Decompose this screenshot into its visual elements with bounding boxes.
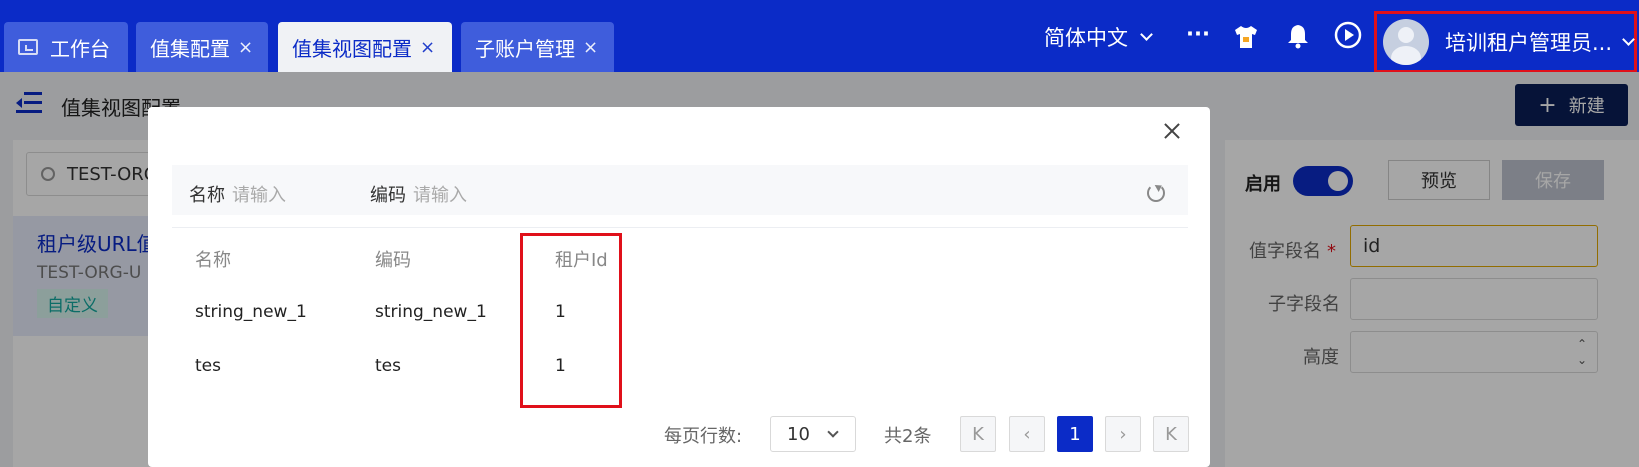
filter-name-label: 名称	[189, 185, 225, 206]
language-selector[interactable]: 简体中文	[1044, 22, 1153, 52]
tab-workbench[interactable]: 工作台	[4, 22, 128, 72]
chevron-down-icon	[1622, 32, 1635, 46]
tab-label: 值集视图配置	[292, 36, 412, 61]
last-page-icon[interactable]: K	[1153, 416, 1189, 452]
chevron-down-icon	[1140, 27, 1153, 41]
tab-sub-account-management[interactable]: 子账户管理 ×	[461, 22, 614, 72]
bell-icon[interactable]	[1284, 22, 1312, 54]
play-circle-icon[interactable]	[1334, 21, 1362, 53]
column-header-name: 名称	[195, 250, 231, 271]
tab-label: 工作台	[50, 36, 110, 61]
close-icon[interactable]: ×	[420, 37, 435, 58]
total-count: 共2条	[884, 426, 932, 447]
close-icon[interactable]: ×	[583, 37, 598, 58]
tab-label: 值集配置	[150, 36, 230, 61]
monitor-icon	[18, 39, 38, 55]
page-number-current[interactable]: 1	[1057, 416, 1093, 452]
cell-name: tes	[195, 356, 221, 376]
filter-bar	[172, 165, 1188, 215]
filter-code-input[interactable]: 请输入	[413, 181, 467, 207]
first-page-icon[interactable]: K	[960, 416, 996, 452]
column-header-code: 编码	[375, 250, 411, 271]
user-name: 培训租户管理员...	[1445, 31, 1613, 55]
close-icon[interactable]: ×	[238, 37, 253, 58]
prev-page-icon[interactable]: ‹	[1009, 416, 1045, 452]
refresh-icon[interactable]	[1147, 184, 1165, 202]
highlight-box-tenant-id	[520, 233, 622, 408]
cell-name: string_new_1	[195, 302, 307, 322]
next-page-icon[interactable]: ›	[1105, 416, 1141, 452]
tab-value-set-config[interactable]: 值集配置 ×	[136, 22, 268, 72]
rows-per-page-select[interactable]: 10	[770, 416, 856, 452]
tab-label: 子账户管理	[475, 36, 575, 61]
lookup-modal	[148, 107, 1210, 467]
divider	[172, 227, 1188, 228]
rows-per-page-label: 每页行数:	[664, 426, 743, 447]
cell-code: string_new_1	[375, 302, 487, 322]
tshirt-icon[interactable]	[1232, 24, 1260, 54]
filter-name-input[interactable]: 请输入	[232, 181, 286, 207]
rows-per-page-value: 10	[787, 423, 810, 445]
avatar-icon	[1383, 19, 1429, 65]
cell-code: tes	[375, 356, 401, 376]
filter-code-label: 编码	[370, 185, 406, 206]
tab-value-set-view-config[interactable]: 值集视图配置 ×	[278, 22, 452, 72]
more-menu[interactable]: ···	[1186, 22, 1210, 46]
close-icon[interactable]	[1160, 119, 1184, 143]
chevron-down-icon	[827, 426, 839, 438]
user-menu[interactable]: 培训租户管理员...	[1374, 11, 1637, 73]
language-label: 简体中文	[1044, 26, 1128, 50]
